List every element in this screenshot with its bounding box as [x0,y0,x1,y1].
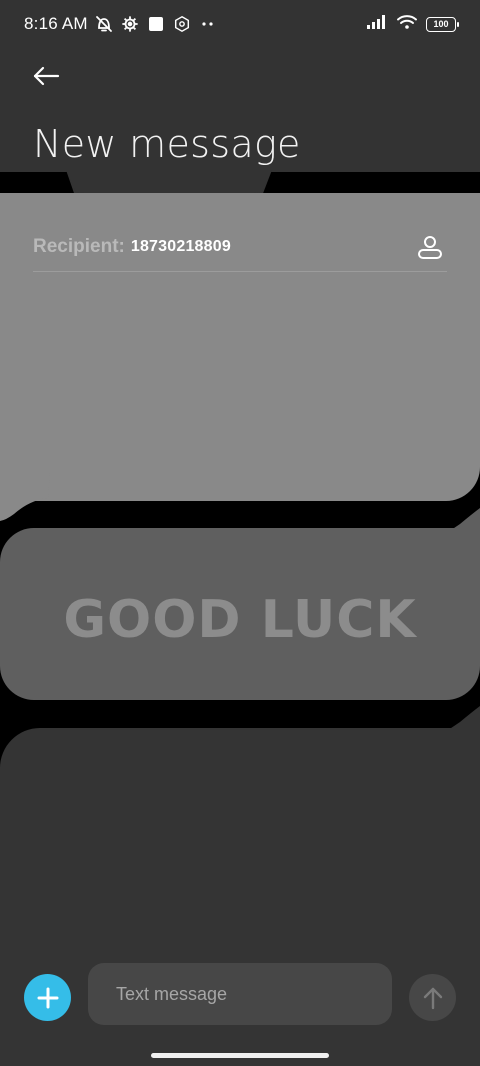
status-left: 8:16 AM [24,14,218,34]
arrow-up-icon [423,987,442,1009]
contact-picker-button[interactable] [413,230,447,264]
add-attachment-button[interactable] [24,974,71,1021]
home-indicator[interactable] [151,1053,329,1058]
back-button[interactable] [28,60,64,92]
decorative-notch-inner [66,170,272,193]
signal-icon [366,14,388,35]
decorative-bubble-tail-left [0,470,50,521]
battery-level: 100 [433,19,449,29]
wifi-icon [396,14,418,35]
person-icon [418,235,442,259]
settings-icon [120,14,140,34]
recipient-label: Recipient: [33,235,125,257]
square-icon [146,14,166,34]
more-dots-icon [198,14,218,34]
status-bar: 8:16 AM 100 [0,0,480,48]
status-right: 100 [366,14,459,35]
plus-icon [37,987,58,1008]
send-button[interactable] [409,974,456,1021]
page-title: New message [33,122,301,166]
status-time: 8:16 AM [24,14,88,33]
battery-icon: 100 [426,16,459,32]
recipient-row[interactable]: Recipient: 18730218809 [33,222,447,272]
recipient-value[interactable]: 18730218809 [131,238,231,256]
hex-icon [172,14,192,34]
alarm-off-icon [94,14,114,34]
back-arrow-icon [33,66,60,86]
decorative-good-luck-text: GOOD LUCK [63,590,417,650]
message-input[interactable] [88,963,392,1025]
